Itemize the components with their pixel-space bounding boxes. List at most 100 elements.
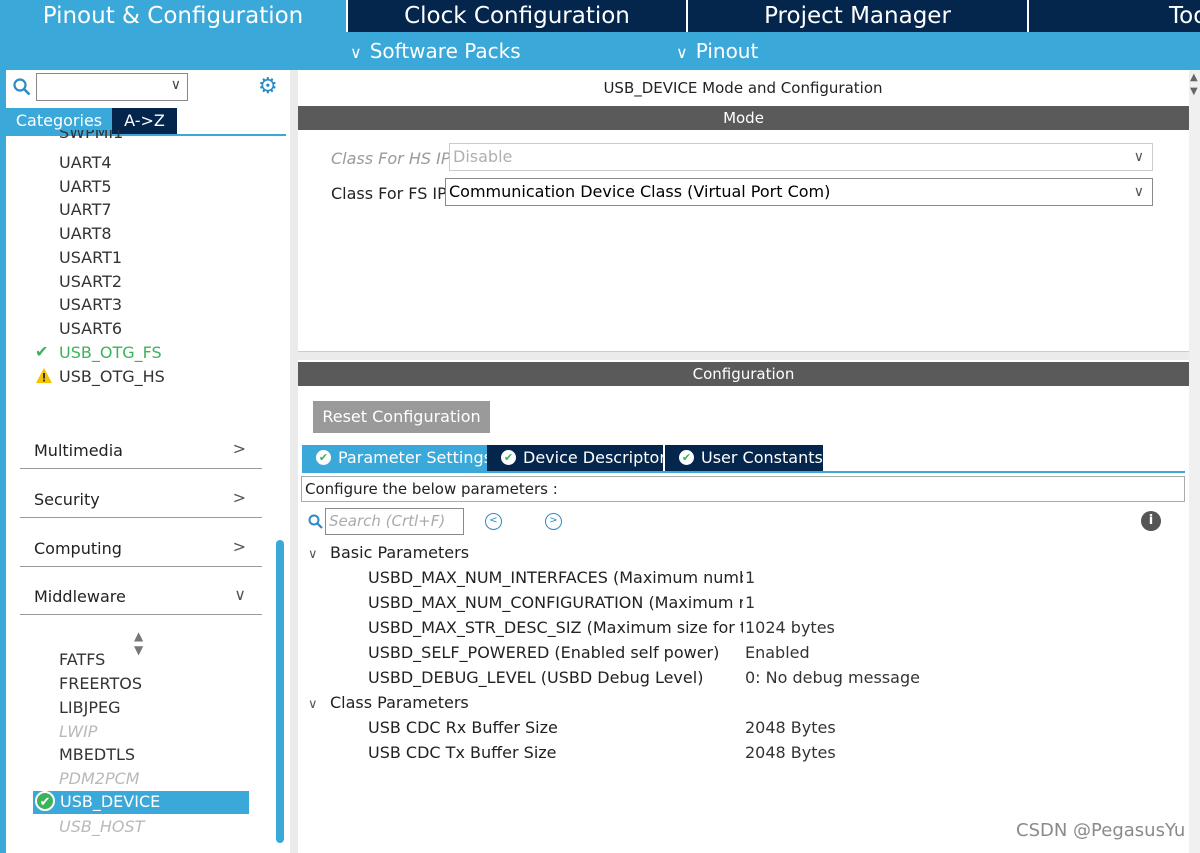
param-value[interactable]: Enabled (745, 643, 810, 662)
param-name[interactable]: USBD_SELF_POWERED (Enabled self power) (368, 643, 743, 662)
search-icon[interactable] (13, 78, 33, 98)
param-name[interactable]: USBD_MAX_NUM_INTERFACES (Maximum numb... (368, 568, 743, 587)
param-value[interactable]: 2048 Bytes (745, 718, 836, 737)
right-panel: USB_DEVICE Mode and Configuration Mode C… (298, 70, 1200, 853)
search-combobox[interactable]: ∨ (36, 73, 188, 101)
tab-clock-configuration[interactable]: Clock Configuration (348, 0, 686, 32)
param-value[interactable]: 2048 Bytes (745, 743, 836, 762)
group-label: Basic Parameters (330, 543, 470, 562)
chevron-down-icon: ∨ (1133, 149, 1144, 165)
list-item[interactable]: LIBJPEG (59, 697, 120, 719)
page-title: USB_DEVICE Mode and Configuration (603, 79, 883, 97)
right-scrollbar[interactable]: ▲ ▼ (1189, 70, 1200, 853)
section-label: Security (34, 490, 100, 509)
fs-ip-label: Class For FS IP (331, 184, 447, 203)
hs-ip-value: Disable (453, 147, 513, 166)
category-tabs: Categories A->Z (6, 108, 286, 136)
list-item-selected[interactable]: ✔ USB_DEVICE (33, 791, 249, 814)
check-circle-icon: ✔ (501, 450, 516, 465)
pinout-menu[interactable]: ∨ Pinout (676, 32, 758, 70)
section-security[interactable]: Security > (20, 484, 262, 518)
list-item[interactable]: PDM2PCM (59, 768, 140, 790)
list-item[interactable]: USART3 (59, 294, 122, 316)
fs-ip-select[interactable]: Communication Device Class (Virtual Port… (445, 178, 1153, 206)
panel-divider[interactable] (290, 70, 298, 853)
chevron-right-icon: > (232, 537, 246, 556)
scroll-up-icon[interactable]: ▲ (1190, 72, 1198, 83)
param-name[interactable]: USBD_DEBUG_LEVEL (USBD Debug Level) (368, 668, 743, 687)
list-item[interactable]: UART5 (59, 176, 112, 198)
group-basic-parameters[interactable]: ∨ Basic Parameters (308, 543, 469, 562)
list-item[interactable]: USART6 (59, 318, 122, 340)
param-name[interactable]: USB CDC Rx Buffer Size (368, 718, 743, 737)
chevron-right-icon: > (232, 439, 246, 458)
list-item[interactable]: USART1 (59, 247, 122, 269)
reset-configuration-button[interactable]: Reset Configuration (313, 401, 490, 433)
tab-project-manager[interactable]: Project Manager (688, 0, 1027, 32)
check-icon: ✔ (35, 342, 49, 361)
list-item-label: USB_DEVICE (60, 792, 161, 811)
hs-ip-label: Class For HS IP (331, 149, 451, 168)
tab-tools[interactable]: Too (1029, 0, 1200, 32)
check-circle-icon: ✔ (35, 791, 55, 811)
next-result-icon[interactable]: > (545, 513, 562, 530)
configure-instructions: Configure the below parameters : (301, 476, 1185, 502)
section-gap (298, 352, 1189, 360)
parameter-search-input[interactable]: Search (Crtl+F) (325, 508, 464, 535)
scroll-down-icon[interactable]: ▼ (1190, 86, 1198, 97)
tab-label: User Constants (701, 448, 823, 467)
chevron-down-icon: ∨ (308, 547, 318, 562)
search-icon[interactable] (308, 514, 323, 533)
list-item[interactable]: MBEDTLS (59, 744, 135, 766)
list-item[interactable]: USART2 (59, 271, 122, 293)
sort-icon[interactable]: ▲ ▼ (134, 629, 143, 657)
tab-pinout-configuration[interactable]: Pinout & Configuration (0, 0, 346, 32)
list-item[interactable]: USB_OTG_FS (59, 342, 162, 364)
tab-underline (302, 471, 1185, 473)
param-value[interactable]: 1024 bytes (745, 618, 835, 637)
check-circle-icon: ✔ (316, 450, 331, 465)
tab-label: Device Descriptor (523, 448, 666, 467)
list-item[interactable]: USB_OTG_HS (59, 366, 165, 388)
section-label: Computing (34, 539, 122, 558)
section-computing[interactable]: Computing > (20, 533, 262, 567)
param-value[interactable]: 0: No debug message (745, 668, 920, 687)
chevron-right-icon: > (232, 488, 246, 507)
list-item[interactable]: UART8 (59, 223, 112, 245)
param-name[interactable]: USB CDC Tx Buffer Size (368, 743, 743, 762)
tab-label: Parameter Settings (338, 448, 492, 467)
list-item[interactable]: FREERTOS (59, 673, 142, 695)
mode-area: Class For HS IP Disable ∨ Class For FS I… (298, 130, 1189, 352)
mode-header: Mode (298, 106, 1189, 130)
section-multimedia[interactable]: Multimedia > (20, 435, 262, 469)
tab-device-descriptor[interactable]: ✔ Device Descriptor (487, 445, 666, 471)
chevron-down-icon: ∨ (350, 43, 362, 62)
left-scrollbar[interactable] (276, 540, 284, 843)
list-item[interactable]: FATFS (59, 649, 105, 671)
tab-user-constants[interactable]: ✔ User Constants (665, 445, 823, 471)
warning-icon (35, 367, 53, 385)
group-label: Class Parameters (330, 693, 469, 712)
hs-ip-select: Disable ∨ (449, 143, 1153, 171)
list-item[interactable]: SWPMI1 (59, 130, 123, 144)
software-packs-menu[interactable]: ∨ Software Packs (350, 32, 521, 70)
group-class-parameters[interactable]: ∨ Class Parameters (308, 693, 469, 712)
list-item[interactable]: USB_HOST (59, 816, 144, 838)
list-item[interactable]: UART4 (59, 152, 112, 174)
chevron-down-icon: ∨ (1133, 184, 1144, 200)
gear-icon[interactable]: ⚙ (258, 74, 278, 99)
pinout-label: Pinout (695, 39, 759, 63)
list-item[interactable]: UART7 (59, 199, 112, 221)
info-icon[interactable]: i (1141, 511, 1161, 531)
param-name[interactable]: USBD_MAX_NUM_CONFIGURATION (Maximum nu..… (368, 593, 743, 612)
param-name[interactable]: USBD_MAX_STR_DESC_SIZ (Maximum size for … (368, 618, 743, 637)
configuration-header: Configuration (298, 362, 1189, 386)
section-middleware[interactable]: Middleware ∨ (20, 581, 262, 615)
list-item[interactable]: LWIP (59, 721, 97, 743)
previous-result-icon[interactable]: < (485, 513, 502, 530)
param-value[interactable]: 1 (745, 568, 755, 587)
param-value[interactable]: 1 (745, 593, 755, 612)
chevron-down-icon: ∨ (676, 43, 688, 62)
chevron-down-icon: ∨ (234, 585, 246, 604)
tab-parameter-settings[interactable]: ✔ Parameter Settings (302, 445, 492, 471)
